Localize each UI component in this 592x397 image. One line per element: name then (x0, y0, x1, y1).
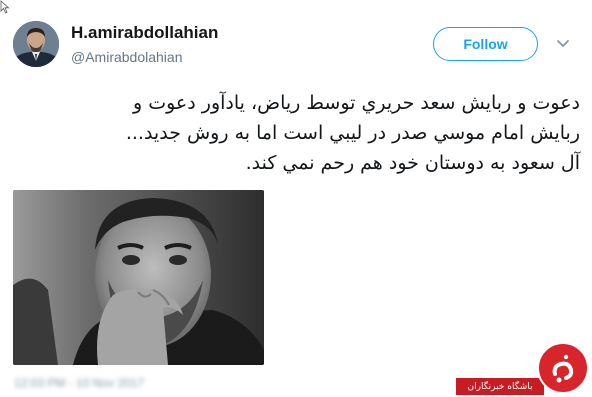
tweet-photo[interactable] (13, 190, 264, 365)
avatar[interactable] (13, 21, 59, 67)
user-handle[interactable]: @Amirabdolahian (71, 48, 183, 66)
tweet-text-line: دعوت و ربايش سعد حريري توسط رياض، يادآور… (133, 92, 580, 114)
chevron-down-icon[interactable] (556, 38, 570, 50)
mouse-cursor-icon (0, 0, 10, 14)
follow-button[interactable]: Follow (433, 27, 538, 61)
tweet-card: H.amirabdollahian @Amirabdolahian Follow… (0, 0, 592, 397)
tweet-text-line: ربايش امام موسي صدر در ليبي است اما به ر… (125, 122, 580, 144)
portrait-photo-icon (13, 190, 264, 365)
display-name[interactable]: H.amirabdollahian (71, 23, 218, 43)
tweet-text-line: آل سعود به دوستان خود هم رحم نمي كند. (245, 152, 580, 174)
jaam-logo-icon (537, 342, 589, 394)
tweet-text: دعوت و ربايش سعد حريري توسط رياض، يادآور… (15, 88, 580, 178)
tweet-timestamp: 12:03 PM - 10 Nov 2017 (14, 376, 145, 390)
watermark-label: باشگاه خبرنگاران (456, 378, 544, 395)
avatar-portrait-icon (13, 21, 59, 67)
watermark-glyph-icon (552, 354, 574, 383)
